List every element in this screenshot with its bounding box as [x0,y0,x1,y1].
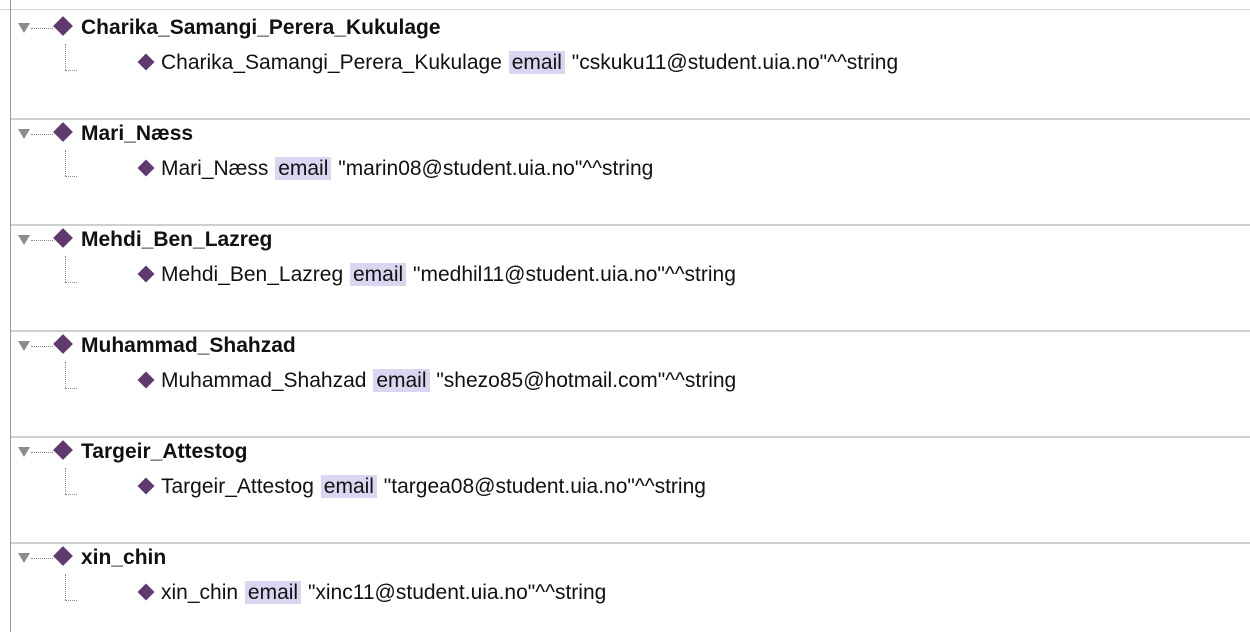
tree-connector [65,468,66,494]
tree-connector [65,282,77,283]
diamond-icon [53,440,73,460]
assertion-value: "targea08@student.uia.no"^^string [383,475,706,498]
tree-connector [65,256,66,282]
individual-name[interactable]: Muhammad_Shahzad [81,333,296,359]
individual-name[interactable]: Mari_Næss [81,121,193,147]
triangle-down-icon[interactable] [17,128,31,140]
tree-connector [65,362,66,388]
diamond-icon [137,53,155,71]
triangle-down-icon[interactable] [17,22,31,34]
individual-group: Muhammad_Shahzad Muhammad_Shahzad email … [11,328,1250,438]
assertion-value: "xinc11@student.uia.no"^^string [307,581,607,604]
individual-group: Mehdi_Ben_Lazreg Mehdi_Ben_Lazreg email … [11,222,1250,332]
property-name: email [320,475,377,498]
assertion-subject: Muhammad_Shahzad [161,369,367,392]
assertion-value: "shezo85@hotmail.com"^^string [436,369,737,392]
individual-name[interactable]: xin_chin [81,545,166,571]
individual-group: xin_chin xin_chin email "xinc11@student.… [11,540,1250,632]
property-name: email [373,369,430,392]
property-assertion[interactable]: Targeir_Attestog email "targea08@student… [161,474,706,500]
diamond-icon [53,122,73,142]
tree-connector [31,28,53,29]
triangle-down-icon[interactable] [17,234,31,246]
property-name: email [508,51,565,74]
assertion-subject: Charika_Samangi_Perera_Kukulage [161,51,502,74]
tree-connector [65,600,77,601]
diamond-icon [137,371,155,389]
property-assertion[interactable]: Mehdi_Ben_Lazreg email "medhil11@student… [161,262,736,288]
tree-connector [65,44,66,70]
triangle-down-icon[interactable] [17,552,31,564]
assertion-subject: xin_chin [161,581,239,604]
tree-connector [31,240,53,241]
diamond-icon [137,477,155,495]
triangle-down-icon[interactable] [17,340,31,352]
property-assertion[interactable]: Muhammad_Shahzad email "shezo85@hotmail.… [161,368,736,394]
property-assertion[interactable]: Charika_Samangi_Perera_Kukulage email "c… [161,50,898,76]
diamond-icon [137,265,155,283]
tree-connector [65,494,77,495]
tree-connector [65,70,77,71]
diamond-icon [53,16,73,36]
assertion-subject: Mehdi_Ben_Lazreg [161,263,344,286]
diamond-icon [53,334,73,354]
assertion-subject: Mari_Næss [161,157,269,180]
property-name: email [244,581,302,604]
assertion-value: "marin08@student.uia.no"^^string [338,157,654,180]
tree-connector [65,150,66,176]
individual-name[interactable]: Targeir_Attestog [81,439,247,465]
tree-connector [31,452,53,453]
tree-connector [31,558,53,559]
diamond-icon [53,546,73,566]
tree-connector [31,134,53,135]
property-assertion[interactable]: Mari_Næss email "marin08@student.uia.no"… [161,156,653,182]
diamond-icon [137,159,155,177]
property-name: email [275,157,332,180]
individual-group: Targeir_Attestog Targeir_Attestog email … [11,434,1250,544]
tree-connector [31,346,53,347]
assertion-value: "cskuku11@student.uia.no"^^string [571,51,899,74]
property-assertion[interactable]: xin_chin email "xinc11@student.uia.no"^^… [161,580,606,606]
tree-connector [65,176,77,177]
individual-name[interactable]: Charika_Samangi_Perera_Kukulage [81,15,441,41]
individual-group: Charika_Samangi_Perera_Kukulage Charika_… [11,10,1250,120]
assertion-subject: Targeir_Attestog [161,475,314,498]
tree-connector [65,574,66,600]
individual-group: Mari_Næss Mari_Næss email "marin08@stude… [11,116,1250,226]
individual-name[interactable]: Mehdi_Ben_Lazreg [81,227,272,253]
tree-connector [65,388,77,389]
assertion-value: "medhil11@student.uia.no"^^string [413,263,736,286]
diamond-icon [53,228,73,248]
diamond-icon [137,583,155,601]
top-separator [0,0,1250,10]
triangle-down-icon[interactable] [17,446,31,458]
property-name: email [349,263,407,286]
